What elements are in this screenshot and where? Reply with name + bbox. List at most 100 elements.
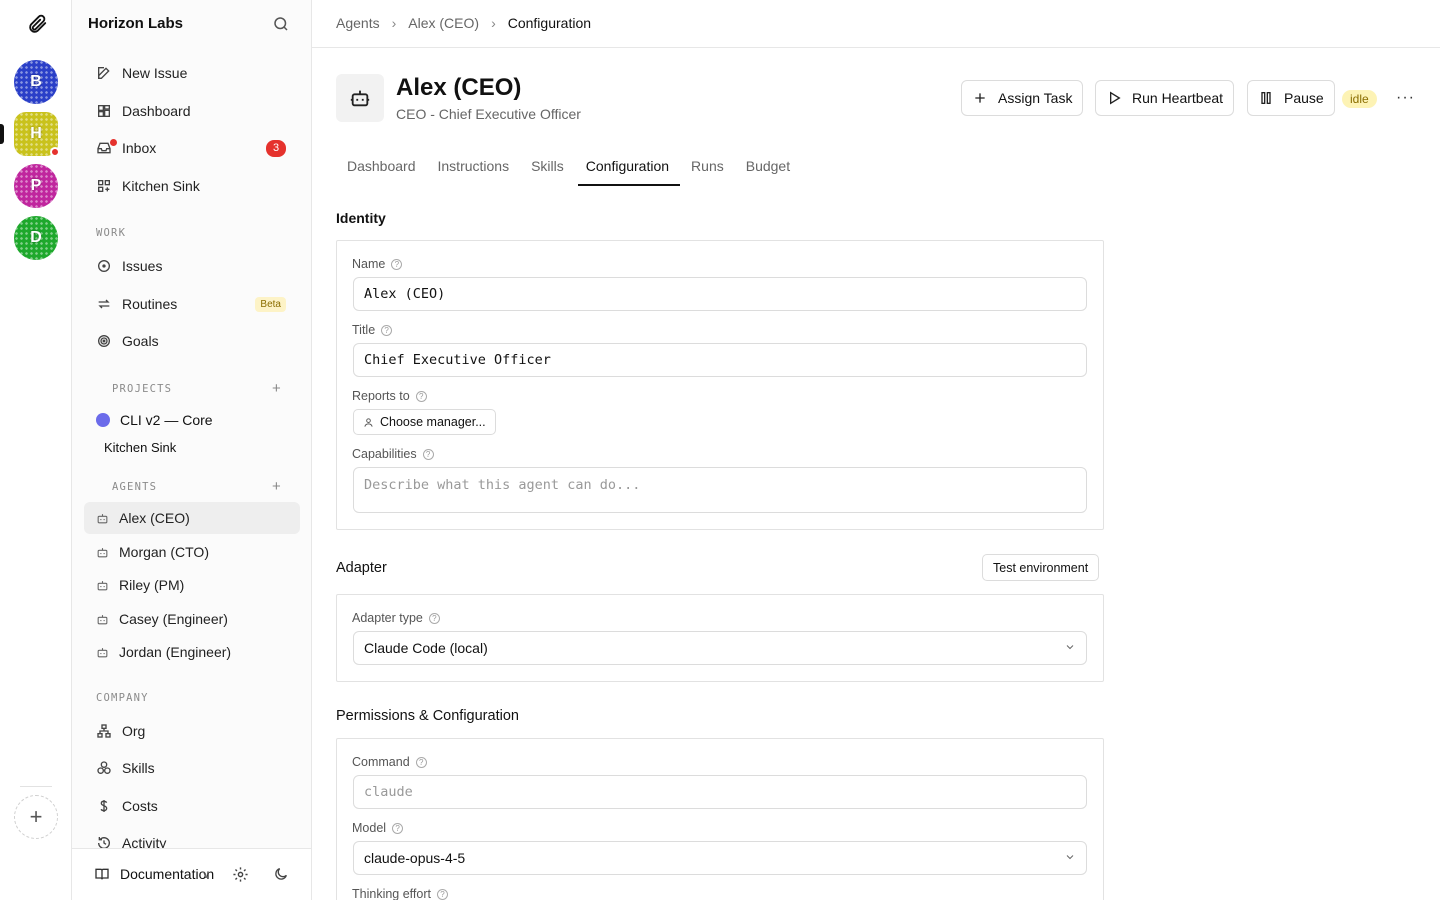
active-workspace-indicator <box>0 124 4 144</box>
title-input[interactable]: Chief Executive Officer <box>353 343 1087 377</box>
project-color-dot <box>96 413 110 427</box>
workspace-rail: B H P D + <box>0 0 72 900</box>
plus-icon <box>975 93 985 103</box>
help-icon[interactable]: ? <box>391 258 403 270</box>
tab-instructions[interactable]: Instructions <box>427 148 521 186</box>
pause-button[interactable]: Pause <box>1247 80 1335 116</box>
documentation-link[interactable]: Documentation <box>94 866 214 882</box>
unread-dot <box>110 139 117 146</box>
name-label: Name? <box>352 257 403 271</box>
identity-heading: Identity <box>336 210 386 226</box>
sidebar-item-issues[interactable]: Issues <box>84 249 300 283</box>
reports-to-label: Reports to? <box>352 389 427 403</box>
tab-dashboard[interactable]: Dashboard <box>336 148 427 186</box>
model-label: Model? <box>352 821 404 835</box>
status-badge: idle <box>1342 90 1377 108</box>
adapter-type-label: Adapter type? <box>352 611 440 625</box>
breadcrumb-agents[interactable]: Agents <box>336 15 380 31</box>
plus-icon: + <box>29 804 43 829</box>
search-icon[interactable] <box>272 15 290 33</box>
add-project-button[interactable]: + <box>272 380 281 397</box>
dollar-icon <box>100 800 108 812</box>
help-icon[interactable]: ? <box>436 888 448 900</box>
name-input[interactable]: Alex (CEO) <box>353 277 1087 311</box>
adapter-heading: Adapter <box>336 560 387 576</box>
permissions-card <box>336 738 1104 900</box>
title-label: Title? <box>352 323 393 337</box>
sidebar-agent-morgan[interactable]: Morgan (CTO) <box>84 536 300 568</box>
add-workspace-button[interactable]: + <box>14 795 58 839</box>
repeat-icon <box>98 299 110 309</box>
bot-icon <box>97 513 108 523</box>
tab-budget[interactable]: Budget <box>735 148 801 186</box>
command-label: Command? <box>352 755 427 769</box>
breadcrumb: Agents › Alex (CEO) › Configuration <box>336 15 591 31</box>
tab-runs[interactable]: Runs <box>680 148 735 186</box>
sidebar-footer: Documentation v <box>72 848 311 900</box>
sidebar-item-org[interactable]: Org <box>84 714 300 748</box>
model-select[interactable]: claude-opus-4-5 <box>353 841 1087 875</box>
sidebar-item-new-issue[interactable]: New Issue <box>84 56 300 90</box>
section-label-company: COMPANY <box>96 692 149 704</box>
grid-icon <box>98 105 110 117</box>
section-label-agents: AGENTS <box>112 481 158 493</box>
adapter-type-select[interactable]: Claude Code (local) <box>353 631 1087 665</box>
choose-manager-button[interactable]: Choose manager... <box>353 409 496 435</box>
test-environment-button[interactable]: Test environment <box>982 554 1100 581</box>
help-icon[interactable]: ? <box>415 756 427 768</box>
sidebar-agent-riley[interactable]: Riley (PM) <box>84 569 300 601</box>
company-name: Horizon Labs <box>88 15 184 32</box>
version-label: v <box>203 867 209 881</box>
edit-icon <box>98 67 110 79</box>
command-input[interactable]: claude <box>353 775 1087 809</box>
sidebar-item-costs[interactable]: Costs <box>84 789 300 823</box>
moon-icon[interactable] <box>273 866 289 882</box>
book-icon <box>95 868 109 880</box>
permissions-heading: Permissions & Configuration <box>336 708 519 724</box>
play-icon <box>1110 91 1121 105</box>
notification-dot <box>50 147 60 157</box>
bot-icon <box>97 580 108 590</box>
add-agent-button[interactable]: + <box>272 478 281 495</box>
chevron-right-icon: › <box>491 15 496 31</box>
help-icon[interactable]: ? <box>422 448 434 460</box>
sidebar-item-skills[interactable]: Skills <box>84 751 300 785</box>
gear-icon[interactable] <box>232 866 249 883</box>
sidebar-item-inbox[interactable]: Inbox 3 <box>84 131 300 165</box>
breadcrumb-agent[interactable]: Alex (CEO) <box>408 15 479 31</box>
help-icon[interactable]: ? <box>428 612 440 624</box>
workspace-avatar-d[interactable]: D <box>14 216 58 260</box>
run-heartbeat-button[interactable]: Run Heartbeat <box>1095 80 1235 116</box>
agent-avatar <box>336 74 384 122</box>
pause-icon <box>1261 92 1271 104</box>
bot-icon <box>97 547 108 557</box>
sidebar-agent-casey[interactable]: Casey (Engineer) <box>84 603 300 635</box>
sidebar-item-routines[interactable]: Routines Beta <box>84 287 300 321</box>
sidebar-item-dashboard[interactable]: Dashboard <box>84 94 300 128</box>
workspace-avatar-b[interactable]: B <box>14 60 58 104</box>
sidebar-item-goals[interactable]: Goals <box>84 324 300 358</box>
sidebar-project-cli-v2[interactable]: CLI v2 — Core <box>96 412 213 428</box>
help-icon[interactable]: ? <box>415 390 427 402</box>
thinking-effort-label: Thinking effort? <box>352 887 448 900</box>
help-icon[interactable]: ? <box>381 324 393 336</box>
paperclip-logo-icon[interactable] <box>26 13 48 35</box>
capabilities-textarea[interactable]: Describe what this agent can do... <box>353 467 1087 513</box>
more-options-button[interactable]: ··· <box>1396 89 1415 107</box>
chevron-down-icon <box>1066 645 1074 650</box>
sidebar-item-kitchen-sink[interactable]: Kitchen Sink <box>84 169 300 203</box>
sidebar-project-subitem[interactable]: Kitchen Sink <box>104 440 176 455</box>
org-icon <box>97 724 111 738</box>
help-icon[interactable]: ? <box>392 822 404 834</box>
bot-icon <box>97 647 108 657</box>
tab-configuration[interactable]: Configuration <box>575 148 681 186</box>
tab-skills[interactable]: Skills <box>520 148 575 186</box>
agent-name-title: Alex (CEO) <box>396 74 522 101</box>
header-divider <box>312 47 1440 48</box>
workspace-avatar-p[interactable]: P <box>14 164 58 208</box>
assign-task-button[interactable]: Assign Task <box>961 80 1084 116</box>
sidebar-agent-jordan[interactable]: Jordan (Engineer) <box>84 636 300 668</box>
sidebar-agent-alex[interactable]: Alex (CEO) <box>84 502 300 534</box>
agent-subtitle: CEO - Chief Executive Officer <box>396 106 581 122</box>
breadcrumb-current: Configuration <box>507 15 592 31</box>
